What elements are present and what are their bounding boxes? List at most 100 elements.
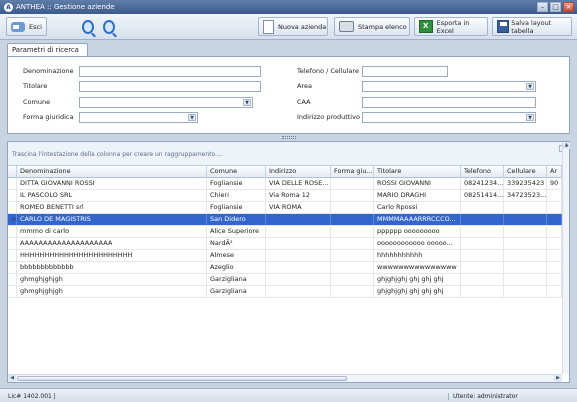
table-cell[interactable]: oooooooooooo ooooo... xyxy=(374,238,461,249)
table-row[interactable]: ghmghjghjgh Garzigliana ghjghjghj ghj ghj … xyxy=(8,274,562,286)
column-header[interactable]: Forma giu... xyxy=(331,166,374,178)
table-cell[interactable] xyxy=(331,262,374,273)
table-cell[interactable] xyxy=(266,226,331,237)
table-cell[interactable] xyxy=(547,250,562,261)
table-cell[interactable] xyxy=(331,190,374,201)
scroll-right-icon[interactable]: ▶ xyxy=(554,375,562,382)
chevron-down-icon[interactable]: ▼ xyxy=(188,114,196,121)
telefono-field[interactable] xyxy=(362,66,448,77)
table-cell[interactable]: Carlo Rpossi xyxy=(374,202,461,213)
forma-giuridica-select[interactable]: ▼ xyxy=(79,112,198,123)
caa-field[interactable] xyxy=(362,97,536,108)
table-cell[interactable] xyxy=(331,238,374,249)
table-cell[interactable] xyxy=(504,262,547,273)
table-cell[interactable] xyxy=(547,202,562,213)
table-cell[interactable] xyxy=(547,286,562,297)
table-cell[interactable]: 08241234... xyxy=(461,178,504,189)
table-cell[interactable] xyxy=(461,214,504,225)
table-cell[interactable]: mmmo di carlo xyxy=(17,226,207,237)
table-cell[interactable] xyxy=(266,274,331,285)
table-cell[interactable] xyxy=(331,274,374,285)
table-cell[interactable]: wwwwwwwwwwwwwww xyxy=(374,262,461,273)
group-by-area[interactable]: Trascina l'intestazione della colonna pe… xyxy=(8,142,569,166)
table-cell[interactable]: Via Roma 12 xyxy=(266,190,331,201)
table-cell[interactable] xyxy=(461,202,504,213)
table-cell[interactable] xyxy=(547,226,562,237)
table-cell[interactable]: 90 xyxy=(547,178,562,189)
comune-select[interactable]: ▼ xyxy=(79,97,253,108)
chevron-down-icon[interactable]: ▼ xyxy=(243,99,251,106)
table-row[interactable]: mmmo di carlo Alice Superiore pppppp ooooo… xyxy=(8,226,562,238)
table-cell[interactable]: NardÃ² xyxy=(207,238,266,249)
table-cell[interactable] xyxy=(504,250,547,261)
table-cell[interactable]: Almese xyxy=(207,250,266,261)
table-row[interactable]: > CARLO DE MAGISTRIS San Didero MMMMAAAARRR… xyxy=(8,214,562,226)
table-cell[interactable]: hhhhhhhhhhh xyxy=(374,250,461,261)
table-cell[interactable]: CARLO DE MAGISTRIS xyxy=(17,214,207,225)
minimize-icon[interactable]: – xyxy=(537,2,548,12)
print-list-button[interactable]: Stampa elenco xyxy=(334,17,410,36)
table-cell[interactable]: pppppp ooooooooo xyxy=(374,226,461,237)
exit-button[interactable]: Esci xyxy=(6,17,47,36)
table-cell[interactable] xyxy=(331,214,374,225)
table-cell[interactable] xyxy=(331,178,374,189)
panel-splitter[interactable] xyxy=(282,136,296,139)
table-cell[interactable]: IL PASCOLO SRL xyxy=(17,190,207,201)
denominazione-field[interactable] xyxy=(79,66,261,77)
chevron-down-icon[interactable]: ▼ xyxy=(526,114,534,121)
table-cell[interactable]: Garzigliana xyxy=(207,274,266,285)
table-cell[interactable]: Azeglio xyxy=(207,262,266,273)
table-cell[interactable]: ghmghjghjgh xyxy=(17,274,207,285)
area-select[interactable]: ▼ xyxy=(362,81,536,92)
export-excel-button[interactable]: Esporta in Excel xyxy=(414,17,488,36)
table-cell[interactable] xyxy=(331,286,374,297)
table-cell[interactable] xyxy=(266,286,331,297)
close-icon[interactable]: × xyxy=(563,2,574,12)
table-cell[interactable] xyxy=(504,274,547,285)
indirizzo-produttivo-select[interactable]: ▼ xyxy=(362,112,536,123)
table-cell[interactable] xyxy=(331,202,374,213)
table-row[interactable]: bbbbbbbbbbbbb Azeglio wwwwwwwwwwwwwww xyxy=(8,262,562,274)
tab-search-parameters[interactable]: Parametri di ricerca xyxy=(7,43,88,57)
table-cell[interactable] xyxy=(547,190,562,201)
table-cell[interactable]: Fogliansie xyxy=(207,178,266,189)
table-cell[interactable] xyxy=(461,274,504,285)
table-cell[interactable] xyxy=(547,274,562,285)
table-cell[interactable] xyxy=(547,238,562,249)
table-cell[interactable] xyxy=(461,286,504,297)
table-cell[interactable]: ghmghjghjgh xyxy=(17,286,207,297)
table-row[interactable]: ghmghjghjgh Garzigliana ghjghjghj ghj ghj … xyxy=(8,286,562,298)
horizontal-scrollbar[interactable]: ◀ ▶ xyxy=(8,374,562,382)
table-cell[interactable] xyxy=(547,262,562,273)
table-cell[interactable] xyxy=(461,250,504,261)
column-header[interactable]: Comune xyxy=(207,166,266,178)
maximize-icon[interactable]: □ xyxy=(550,2,561,12)
table-row[interactable]: AAAAAAAAAAAAAAAAAAAA NardÃ² oooooooooooo o… xyxy=(8,238,562,250)
table-row[interactable]: ROMEO BENETTI srl Fogliansie VIA ROMA Carlo… xyxy=(8,202,562,214)
table-cell[interactable] xyxy=(504,202,547,213)
table-cell[interactable]: Chieri xyxy=(207,190,266,201)
table-cell[interactable]: AAAAAAAAAAAAAAAAAAAA xyxy=(17,238,207,249)
table-cell[interactable] xyxy=(266,238,331,249)
table-cell[interactable]: Fogliansie xyxy=(207,202,266,213)
zoom-out-button[interactable] xyxy=(78,17,98,36)
table-cell[interactable] xyxy=(504,286,547,297)
table-cell[interactable] xyxy=(266,262,331,273)
table-cell[interactable]: San Didero xyxy=(207,214,266,225)
table-cell[interactable] xyxy=(461,238,504,249)
table-row[interactable]: HHHHHHHHHHHHHHHHHHHHHHH Almese hhhhhhhhhhh xyxy=(8,250,562,262)
table-cell[interactable] xyxy=(266,250,331,261)
scroll-thumb[interactable] xyxy=(17,376,347,381)
column-header[interactable]: Titolare xyxy=(374,166,461,178)
save-layout-button[interactable]: Salva layout tabella xyxy=(492,17,572,36)
new-company-button[interactable]: Nuova azienda xyxy=(258,17,328,36)
column-header[interactable]: Indirizzo xyxy=(266,166,331,178)
table-cell[interactable]: ghjghjghj ghj ghj ghj xyxy=(374,274,461,285)
table-cell[interactable] xyxy=(461,226,504,237)
table-cell[interactable]: Alice Superiore xyxy=(207,226,266,237)
zoom-in-button[interactable] xyxy=(99,17,119,36)
table-cell[interactable]: VIA ROMA xyxy=(266,202,331,213)
table-cell[interactable] xyxy=(547,214,562,225)
column-header[interactable]: Denominazione xyxy=(17,166,207,178)
table-cell[interactable] xyxy=(504,238,547,249)
